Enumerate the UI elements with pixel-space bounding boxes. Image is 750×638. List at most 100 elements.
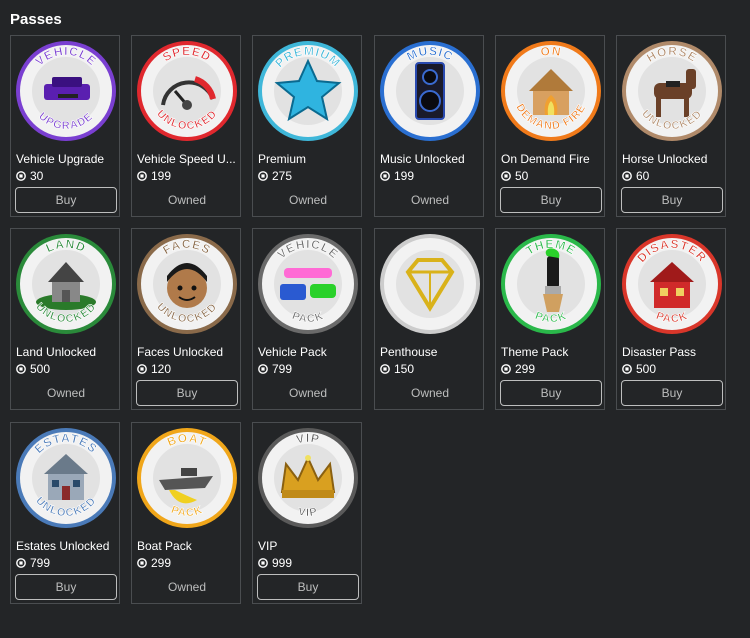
buy-button[interactable]: Buy: [15, 574, 117, 600]
robux-icon: [16, 364, 26, 374]
pass-thumbnail[interactable]: DISASTER PACK: [620, 232, 724, 336]
page-title: Passes: [10, 11, 62, 28]
pass-thumbnail[interactable]: MUSIC: [378, 39, 482, 143]
pass-price: 299: [501, 362, 535, 376]
pass-thumbnail[interactable]: ON DEMAND FIRE: [499, 39, 603, 143]
pass-card[interactable]: ON DEMAND FIRE On Demand Fire 50 Buy: [495, 35, 605, 217]
pass-price: 500: [16, 362, 50, 376]
svg-text:VIP: VIP: [297, 506, 319, 519]
pass-card[interactable]: BOAT PACK Boat Pack 299 Owned: [131, 422, 241, 604]
pass-name[interactable]: Penthouse: [380, 345, 480, 359]
pass-card[interactable]: SPEED UNLOCKED Vehicle Speed U... 199 Owned: [131, 35, 241, 217]
pass-price-value: 799: [272, 362, 293, 376]
pass-price-value: 199: [394, 169, 415, 183]
pass-price: 199: [380, 169, 414, 183]
robux-icon: [501, 171, 511, 181]
pass-price-value: 50: [515, 169, 529, 183]
pass-card[interactable]: VIP VIP VIP 999 Buy: [252, 422, 362, 604]
pass-thumbnail[interactable]: [378, 232, 482, 336]
pass-price-value: 120: [151, 362, 172, 376]
pass-price-value: 60: [636, 169, 650, 183]
buy-button[interactable]: Buy: [621, 380, 723, 406]
pass-card[interactable]: VEHICLE PACK Vehicle Pack 799 Owned: [252, 228, 362, 410]
buy-button[interactable]: Buy: [621, 187, 723, 213]
pass-card[interactable]: MUSIC Music Unlocked 199 Owned: [374, 35, 484, 217]
pass-price-value: 30: [30, 169, 44, 183]
pass-thumbnail[interactable]: PREMIUM: [256, 39, 360, 143]
robux-icon: [137, 364, 147, 374]
pass-thumbnail[interactable]: BOAT PACK: [135, 426, 239, 530]
robux-icon: [622, 171, 632, 181]
pass-name[interactable]: VIP: [258, 539, 358, 553]
owned-label: Owned: [288, 386, 328, 400]
pass-thumbnail[interactable]: VEHICLE PACK: [256, 232, 360, 336]
pass-price: 50: [501, 169, 528, 183]
pass-card[interactable]: PREMIUM Premium 275 Owned: [252, 35, 362, 217]
owned-label: Owned: [167, 580, 207, 594]
robux-icon: [622, 364, 632, 374]
robux-icon: [258, 558, 268, 568]
pass-name[interactable]: Vehicle Upgrade: [16, 152, 116, 166]
owned-label: Owned: [410, 386, 450, 400]
buy-button[interactable]: Buy: [500, 187, 602, 213]
pass-name[interactable]: Vehicle Speed U...: [137, 152, 237, 166]
svg-text:VIP: VIP: [295, 431, 321, 446]
pass-price: 500: [622, 362, 656, 376]
robux-icon: [380, 364, 390, 374]
pass-name[interactable]: Music Unlocked: [380, 152, 480, 166]
pass-name[interactable]: Boat Pack: [137, 539, 237, 553]
pass-thumbnail[interactable]: VIP VIP: [256, 426, 360, 530]
buy-button[interactable]: Buy: [15, 187, 117, 213]
pass-price-value: 275: [272, 169, 293, 183]
pass-price: 120: [137, 362, 171, 376]
pass-card[interactable]: FACES UNLOCKED Faces Unlocked 120 Buy: [131, 228, 241, 410]
owned-label: Owned: [167, 193, 207, 207]
robux-icon: [16, 171, 26, 181]
pass-price-value: 299: [151, 556, 172, 570]
buy-button[interactable]: Buy: [136, 380, 238, 406]
pass-thumbnail[interactable]: ESTATES UNLOCKED: [14, 426, 118, 530]
buy-button[interactable]: Buy: [257, 574, 359, 600]
pass-price: 275: [258, 169, 292, 183]
pass-thumbnail[interactable]: THEME PACK: [499, 232, 603, 336]
pass-card[interactable]: HORSE UNLOCKED Horse Unlocked 60 Buy: [616, 35, 726, 217]
pass-thumbnail[interactable]: LAND UNLOCKED: [14, 232, 118, 336]
pass-price: 199: [137, 169, 171, 183]
pass-name[interactable]: Premium: [258, 152, 358, 166]
pass-price: 30: [16, 169, 43, 183]
pass-name[interactable]: Disaster Pass: [622, 345, 722, 359]
pass-price: 60: [622, 169, 649, 183]
pass-name[interactable]: Land Unlocked: [16, 345, 116, 359]
pass-price-value: 500: [30, 362, 51, 376]
pass-thumbnail[interactable]: FACES UNLOCKED: [135, 232, 239, 336]
pass-card[interactable]: LAND UNLOCKED Land Unlocked 500 Owned: [10, 228, 120, 410]
robux-icon: [258, 171, 268, 181]
pass-price: 799: [258, 362, 292, 376]
pass-card[interactable]: Penthouse 150 Owned: [374, 228, 484, 410]
robux-icon: [501, 364, 511, 374]
buy-button[interactable]: Buy: [500, 380, 602, 406]
pass-card[interactable]: ESTATES UNLOCKED Estates Unlocked 799 Buy: [10, 422, 120, 604]
robux-icon: [380, 171, 390, 181]
pass-thumbnail[interactable]: SPEED UNLOCKED: [135, 39, 239, 143]
pass-price-value: 799: [30, 556, 51, 570]
pass-name[interactable]: On Demand Fire: [501, 152, 601, 166]
robux-icon: [258, 364, 268, 374]
robux-icon: [137, 558, 147, 568]
pass-thumbnail[interactable]: HORSE UNLOCKED: [620, 39, 724, 143]
pass-name[interactable]: Estates Unlocked: [16, 539, 116, 553]
pass-name[interactable]: Horse Unlocked: [622, 152, 722, 166]
pass-thumbnail[interactable]: VEHICLE UPGRADE: [14, 39, 118, 143]
pass-card[interactable]: DISASTER PACK Disaster Pass 500 Buy: [616, 228, 726, 410]
owned-label: Owned: [46, 386, 86, 400]
pass-price: 150: [380, 362, 414, 376]
robux-icon: [137, 171, 147, 181]
pass-name[interactable]: Faces Unlocked: [137, 345, 237, 359]
pass-name[interactable]: Vehicle Pack: [258, 345, 358, 359]
pass-card[interactable]: VEHICLE UPGRADE Vehicle Upgrade 30 Buy: [10, 35, 120, 217]
pass-price-value: 500: [636, 362, 657, 376]
owned-label: Owned: [288, 193, 328, 207]
pass-price-value: 150: [394, 362, 415, 376]
pass-name[interactable]: Theme Pack: [501, 345, 601, 359]
pass-card[interactable]: THEME PACK Theme Pack 299 Buy: [495, 228, 605, 410]
